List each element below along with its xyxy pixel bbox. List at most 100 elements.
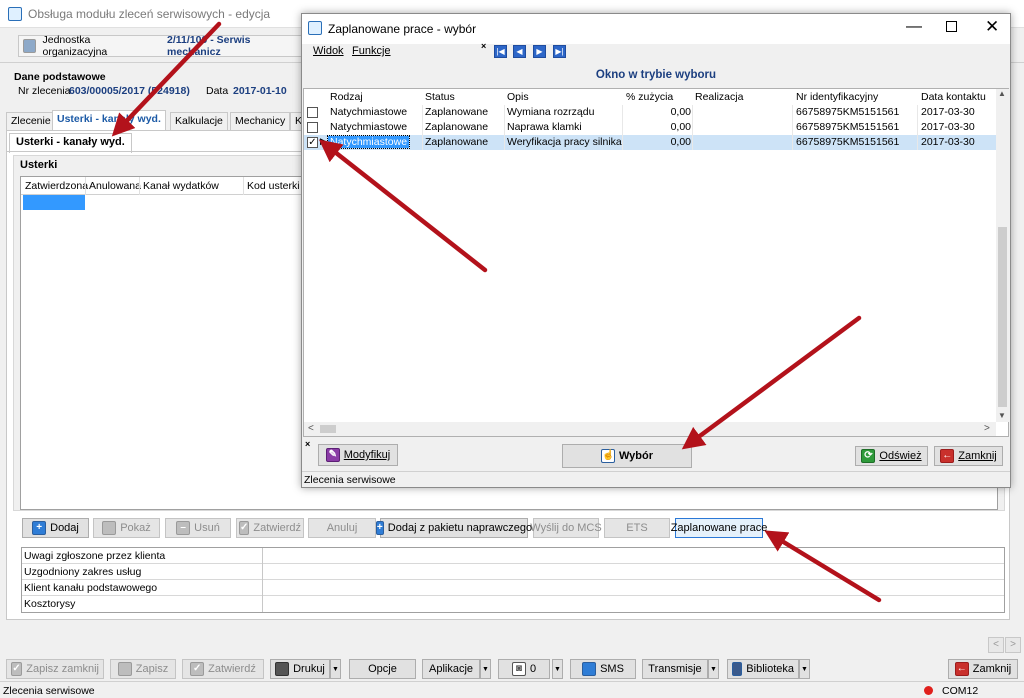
- subtab-usterki[interactable]: Usterki - kanały wyd.: [9, 133, 132, 153]
- print-button[interactable]: Drukuj: [270, 659, 330, 679]
- scroll-left-icon[interactable]: <: [308, 423, 314, 434]
- apps-dropdown[interactable]: ▼: [480, 659, 491, 679]
- col-zuzycie[interactable]: % zużycia: [626, 91, 673, 103]
- first-record-icon[interactable]: |◀: [494, 45, 507, 58]
- col-zatwierdzona[interactable]: Zatwierdzona: [25, 180, 88, 192]
- grid-row[interactable]: Natychmiastowe Zaplanowane Naprawa klamki 0…: [304, 120, 996, 135]
- info-row[interactable]: Kosztorysy: [22, 596, 1004, 612]
- col-kod[interactable]: Kod usterki: [247, 180, 300, 192]
- scroll-down-icon[interactable]: ▼: [998, 411, 1006, 420]
- dialog-status-text: Zlecenia serwisowe: [304, 474, 396, 486]
- menu-close-icon[interactable]: ×: [481, 41, 486, 51]
- maximize-button[interactable]: [946, 21, 957, 32]
- menu-funkcje[interactable]: Funkcje: [352, 45, 391, 57]
- info-row[interactable]: Uwagi zgłoszone przez klienta: [22, 548, 1004, 564]
- org-label: Jednostka organizacyjna: [42, 34, 108, 58]
- close-main-button[interactable]: ← Zamknij: [948, 659, 1018, 679]
- cell-rodzaj: Natychmiastowe: [330, 106, 408, 118]
- grid-row[interactable]: Natychmiastowe Zaplanowane Wymiana rozrząd…: [304, 105, 996, 120]
- transmissions-button[interactable]: Transmisje: [642, 659, 708, 679]
- transmissions-dropdown[interactable]: ▼: [708, 659, 719, 679]
- col-status[interactable]: Status: [425, 91, 455, 103]
- sms-icon: [582, 662, 597, 676]
- counter-button[interactable]: ◙ 0: [498, 659, 550, 679]
- row-checkbox[interactable]: [307, 122, 318, 133]
- minimize-button[interactable]: —: [906, 18, 922, 36]
- cell-nr: 66758975KM5151561: [796, 106, 900, 118]
- scroll-right-button[interactable]: >: [1005, 637, 1021, 653]
- save-close-button[interactable]: ✓ Zapisz zamknij: [6, 659, 104, 679]
- info-row[interactable]: Klient kanału podstawowego: [22, 580, 1004, 596]
- col-data[interactable]: Data kontaktu: [921, 91, 986, 103]
- selected-cell[interactable]: [23, 195, 85, 210]
- button-label: Dodaj z pakietu naprawczego: [387, 522, 533, 534]
- section-title: Dane podstawowe: [14, 71, 106, 83]
- col-sep: [85, 177, 86, 195]
- close-dialog-bottom-button[interactable]: ← Zamknij: [934, 446, 1003, 466]
- menu-widok[interactable]: Widok: [313, 45, 344, 57]
- tab-kalkulacje[interactable]: Kalkulacje: [170, 112, 228, 130]
- library-button[interactable]: Biblioteka: [727, 659, 799, 679]
- tab-mechanicy[interactable]: Mechanicy: [230, 112, 291, 130]
- last-record-icon[interactable]: ▶|: [553, 45, 566, 58]
- prev-record-icon[interactable]: ◀: [513, 45, 526, 58]
- col-opis[interactable]: Opis: [507, 91, 529, 103]
- delete-button[interactable]: – Usuń: [165, 518, 231, 538]
- order-label: Nr zlecenia: [18, 85, 71, 97]
- sms-button[interactable]: SMS: [570, 659, 636, 679]
- select-button[interactable]: ☝ Wybór: [562, 444, 692, 468]
- show-icon: [102, 521, 117, 535]
- add-from-package-button[interactable]: + Dodaj z pakietu naprawczego: [375, 518, 532, 538]
- button-label: Usuń: [194, 522, 220, 534]
- refresh-button[interactable]: ⟳ Odśwież: [855, 446, 928, 466]
- approve-bottom-button[interactable]: ✓ Zatwierdź: [182, 659, 264, 679]
- approve-button[interactable]: ✓ Zatwierdź: [236, 518, 304, 538]
- info-sep: [262, 596, 263, 612]
- date-label: Data: [206, 85, 229, 97]
- save-button[interactable]: Zapisz: [110, 659, 176, 679]
- next-record-icon[interactable]: ▶: [533, 45, 546, 58]
- cancel-button[interactable]: Anuluj: [308, 518, 376, 538]
- library-dropdown[interactable]: ▼: [799, 659, 810, 679]
- scroll-left-button[interactable]: <: [988, 637, 1004, 653]
- grid-row[interactable]: ✓ ▶ Natychmiastowe Zaplanowane Weryfikacja p…: [304, 135, 996, 150]
- scroll-up-icon[interactable]: ▲: [998, 89, 1006, 98]
- scroll-right-icon[interactable]: >: [984, 423, 990, 434]
- row-checkbox[interactable]: ✓: [307, 137, 318, 148]
- modify-button[interactable]: ✎ Modyfikuj: [318, 444, 398, 466]
- vertical-scrollbar[interactable]: ▲ ▼: [996, 89, 1009, 422]
- show-button[interactable]: Pokaż: [93, 518, 160, 538]
- grid-line: [622, 120, 623, 135]
- planned-works-button[interactable]: Zaplanowane prace: [671, 518, 767, 538]
- counter-dropdown[interactable]: ▼: [552, 659, 563, 679]
- button-label: Anuluj: [326, 522, 358, 534]
- apps-button[interactable]: Aplikacje: [422, 659, 480, 679]
- col-nr[interactable]: Nr identyfikacyjny: [796, 91, 878, 103]
- panel-close-icon[interactable]: ×: [305, 439, 310, 449]
- org-selector[interactable]: Jednostka organizacyjna 2/11/100 - Serwi…: [18, 34, 302, 58]
- info-row[interactable]: Uzgodniony zakres usług: [22, 564, 1004, 580]
- hscroll-thumb[interactable]: [320, 425, 336, 433]
- close-icon: ←: [940, 449, 955, 463]
- add-button[interactable]: + Dodaj: [22, 518, 89, 538]
- col-anulowana[interactable]: Anulowana: [89, 180, 141, 192]
- grid-header: Rodzaj Status Opis % zużycia Realizacja …: [304, 89, 998, 104]
- close-dialog-button[interactable]: ✕: [985, 17, 999, 37]
- ets-button[interactable]: ETS: [604, 518, 670, 538]
- grid-line: [792, 105, 793, 120]
- row-checkbox[interactable]: [307, 107, 318, 118]
- tab-zlecenie[interactable]: Zlecenie: [6, 112, 56, 130]
- planned-works-grid[interactable]: Rodzaj Status Opis % zużycia Realizacja …: [303, 88, 1009, 437]
- scroll-thumb[interactable]: [998, 227, 1007, 407]
- send-mcs-button[interactable]: Wyślij do MCS: [530, 518, 602, 538]
- tab-usterki[interactable]: Usterki - kanały wyd.: [52, 110, 166, 131]
- options-button[interactable]: Opcje: [349, 659, 416, 679]
- horizontal-scrollbar[interactable]: < >: [304, 422, 996, 436]
- col-rodzaj[interactable]: Rodzaj: [330, 91, 363, 103]
- col-kanal[interactable]: Kanał wydatków: [143, 180, 219, 192]
- edit-icon: ✎: [325, 448, 340, 462]
- print-dropdown[interactable]: ▼: [330, 659, 341, 679]
- col-realizacja[interactable]: Realizacja: [695, 91, 743, 103]
- info-sep: [262, 564, 263, 580]
- cell-opis: Wymiana rozrządu: [507, 106, 595, 118]
